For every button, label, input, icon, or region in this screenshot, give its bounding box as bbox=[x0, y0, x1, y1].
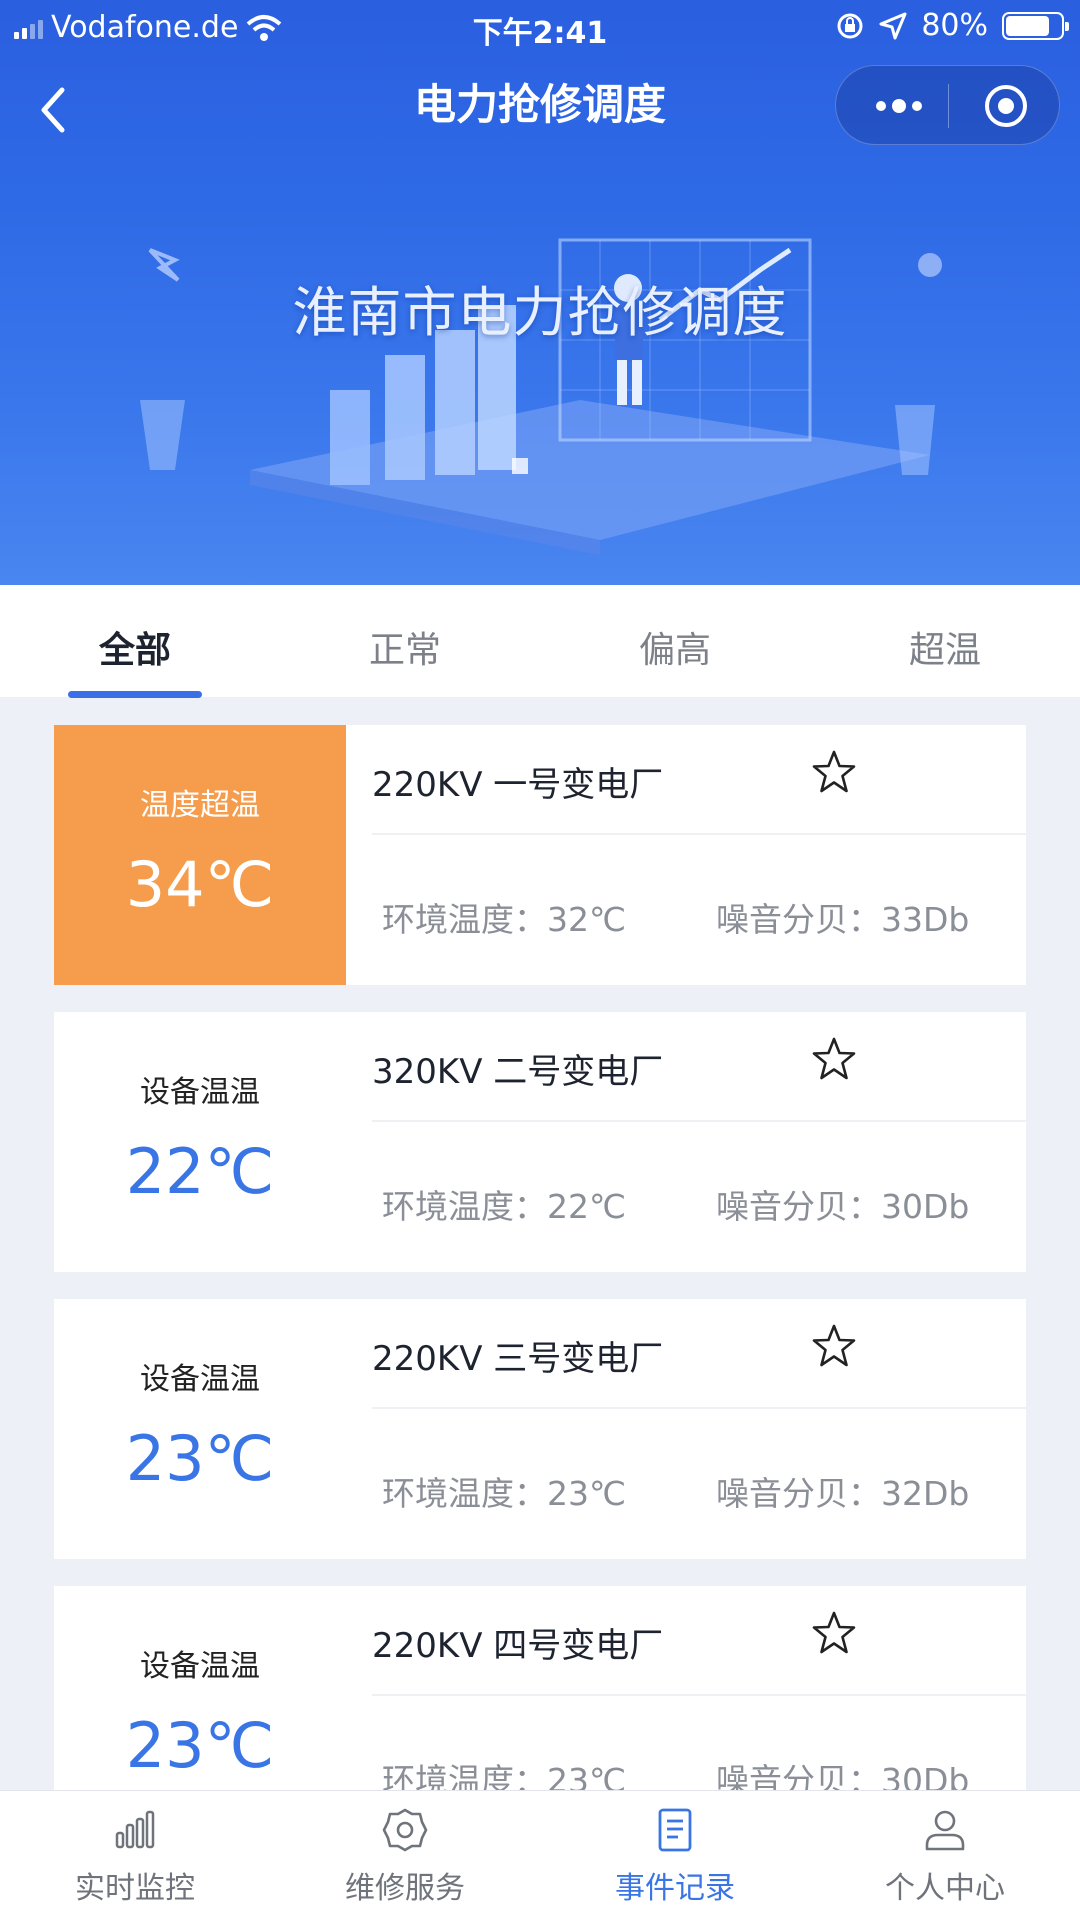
close-target-icon[interactable] bbox=[983, 83, 1029, 129]
temperature-panel: 温度超温 34℃ bbox=[54, 725, 346, 985]
noise-level: 噪音分贝：32Db bbox=[716, 1474, 970, 1513]
tab-high[interactable]: 偏高 bbox=[540, 621, 810, 673]
temperature-status: 设备温温 bbox=[140, 1075, 260, 1110]
nav-label: 实时监控 bbox=[75, 1871, 195, 1906]
document-icon bbox=[658, 1808, 692, 1852]
more-icon[interactable] bbox=[871, 96, 927, 116]
filter-tabs: 全部 正常 偏高 超温 bbox=[0, 585, 1080, 697]
gear-icon bbox=[382, 1808, 428, 1852]
device-temperature: 23℃ bbox=[125, 1422, 275, 1495]
star-icon[interactable] bbox=[811, 1323, 857, 1369]
ambient-temperature: 环境温度：22℃ bbox=[382, 1187, 627, 1226]
bar-chart-icon bbox=[115, 1810, 155, 1849]
nav-label: 事件记录 bbox=[615, 1871, 735, 1906]
location-icon bbox=[879, 12, 907, 39]
temperature-status: 设备温温 bbox=[140, 1649, 260, 1684]
card-divider bbox=[372, 1407, 1026, 1409]
card-divider bbox=[372, 1694, 1026, 1696]
device-temperature: 22℃ bbox=[125, 1135, 275, 1208]
battery-percent: 80% bbox=[921, 8, 988, 43]
nav-realtime-monitor[interactable]: 实时监控 bbox=[0, 1791, 270, 1920]
mini-program-capsule bbox=[835, 65, 1060, 145]
card-divider bbox=[372, 833, 1026, 835]
device-temperature: 23℃ bbox=[125, 1709, 275, 1782]
header-banner: Vodafone.de 下午2:41 80% 电力抢修调度 淮南市电力抢修调度 bbox=[0, 0, 1080, 585]
station-card[interactable]: 设备温温 23℃ 220KV 三号变电厂 环境温度：23℃ 噪音分贝：32Db bbox=[54, 1299, 1026, 1559]
ambient-temperature: 环境温度：32℃ bbox=[382, 900, 627, 939]
nav-personal-center[interactable]: 个人中心 bbox=[810, 1791, 1080, 1920]
station-card[interactable]: 温度超温 34℃ 220KV 一号变电厂 环境温度：32℃ 噪音分贝：33Db bbox=[54, 725, 1026, 985]
ambient-temperature: 环境温度：23℃ bbox=[382, 1474, 627, 1513]
tab-all[interactable]: 全部 bbox=[0, 621, 270, 673]
star-icon[interactable] bbox=[811, 1610, 857, 1656]
station-name: 220KV 四号变电厂 bbox=[372, 1626, 664, 1666]
banner-illustration bbox=[140, 238, 942, 555]
temperature-status: 设备温温 bbox=[140, 1362, 260, 1397]
tab-active-indicator bbox=[68, 691, 202, 698]
nav-event-records[interactable]: 事件记录 bbox=[540, 1791, 810, 1920]
card-divider bbox=[372, 1120, 1026, 1122]
nav-repair-service[interactable]: 维修服务 bbox=[270, 1791, 540, 1920]
device-temperature: 34℃ bbox=[125, 848, 275, 921]
orientation-lock-icon bbox=[837, 13, 863, 38]
tab-overheat[interactable]: 超温 bbox=[810, 621, 1080, 673]
nav-label: 个人中心 bbox=[885, 1871, 1005, 1906]
station-name: 220KV 一号变电厂 bbox=[372, 765, 664, 805]
nav-label: 维修服务 bbox=[345, 1871, 465, 1906]
temperature-panel: 设备温温 22℃ bbox=[54, 1012, 346, 1272]
noise-level: 噪音分贝：30Db bbox=[716, 1187, 970, 1226]
battery-icon bbox=[1002, 11, 1069, 40]
user-icon bbox=[925, 1810, 965, 1851]
temperature-status: 温度超温 bbox=[140, 788, 260, 823]
station-name: 320KV 二号变电厂 bbox=[372, 1052, 664, 1092]
banner-title: 淮南市电力抢修调度 bbox=[292, 281, 788, 344]
bottom-tab-bar: 实时监控 维修服务 事件记录 个人中心 bbox=[0, 1790, 1080, 1920]
star-icon[interactable] bbox=[811, 1036, 857, 1082]
star-icon[interactable] bbox=[811, 749, 857, 795]
status-right: 80% bbox=[835, 8, 1069, 43]
temperature-panel: 设备温温 23℃ bbox=[54, 1299, 346, 1559]
capsule-divider bbox=[948, 84, 949, 128]
noise-level: 噪音分贝：33Db bbox=[716, 900, 970, 939]
status-bar: Vodafone.de 下午2:41 80% bbox=[0, 0, 1080, 56]
tab-normal[interactable]: 正常 bbox=[270, 621, 540, 673]
station-card[interactable]: 设备温温 22℃ 320KV 二号变电厂 环境温度：22℃ 噪音分贝：30Db bbox=[54, 1012, 1026, 1272]
station-name: 220KV 三号变电厂 bbox=[372, 1339, 664, 1379]
